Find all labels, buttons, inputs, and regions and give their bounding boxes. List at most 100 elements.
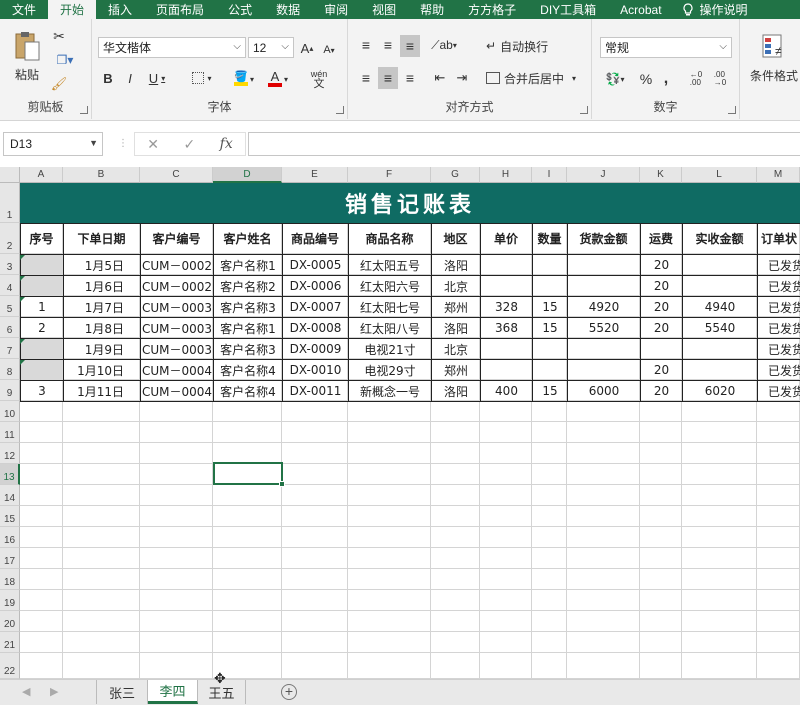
row-header-21[interactable]: 21 [0, 632, 20, 653]
row-header-22[interactable]: 22 [0, 653, 20, 679]
data-cell[interactable]: 客户名称1 [214, 255, 282, 275]
data-cell[interactable]: CUM－0003 [141, 318, 213, 338]
column-header-a[interactable]: A [20, 167, 63, 183]
data-cell[interactable]: 洛阳 [432, 318, 480, 338]
selected-cell-outline[interactable] [213, 462, 283, 485]
data-cell[interactable] [21, 276, 63, 296]
data-cell[interactable]: 郑州 [432, 360, 480, 380]
data-cell[interactable]: 20 [641, 318, 682, 338]
data-cell[interactable] [533, 255, 567, 275]
data-cell[interactable]: 已发货 [758, 318, 800, 338]
header-cell[interactable]: 下单日期 [63, 223, 140, 254]
data-cell[interactable] [533, 339, 567, 359]
enter-icon[interactable]: ✓ [183, 136, 195, 153]
italic-button[interactable]: I [122, 69, 138, 87]
data-cell[interactable] [568, 339, 640, 359]
data-cell[interactable]: 北京 [432, 276, 480, 296]
bold-button[interactable]: B [100, 69, 116, 87]
data-cell[interactable]: 已发货 [758, 255, 800, 275]
merge-center-button[interactable]: 合并后居中 ▾ [486, 67, 586, 89]
data-cell[interactable]: 客户名称3 [214, 339, 282, 359]
menu-tab-3[interactable]: 页面布局 [144, 0, 216, 19]
data-cell[interactable]: 红太阳六号 [349, 276, 431, 296]
cut-button[interactable]: ✂ [50, 27, 68, 45]
top-align-button[interactable]: ≡ [356, 35, 376, 55]
row-header-8[interactable]: 8 [0, 359, 20, 380]
data-cell[interactable]: CUM－0002 [141, 276, 213, 296]
row-header-12[interactable]: 12 [0, 443, 20, 464]
data-cell[interactable]: 328 [481, 297, 532, 317]
data-cell[interactable]: 368 [481, 318, 532, 338]
header-cell[interactable]: 客户姓名 [213, 223, 282, 254]
error-indicator-icon[interactable] [20, 276, 25, 281]
insert-function-icon[interactable]: fx [220, 136, 233, 152]
data-cell[interactable]: 1月5日 [64, 255, 140, 275]
sheet-title[interactable]: 销售记账表 [20, 183, 800, 223]
data-cell[interactable]: 20 [641, 297, 682, 317]
font-color-button[interactable]: A ▾ [264, 69, 292, 89]
data-cell[interactable] [683, 339, 757, 359]
next-sheet-icon[interactable]: ▶ [50, 685, 58, 698]
row-header-15[interactable]: 15 [0, 506, 20, 527]
bottom-align-button[interactable]: ≡ [400, 35, 420, 57]
data-cell[interactable]: 1 [21, 297, 63, 317]
data-cell[interactable] [481, 255, 532, 275]
borders-button[interactable]: ▾ [188, 69, 216, 87]
menu-tab-11[interactable]: Acrobat [608, 0, 673, 19]
data-cell[interactable] [683, 276, 757, 296]
data-cell[interactable]: 洛阳 [432, 381, 480, 401]
column-header-g[interactable]: G [431, 167, 480, 183]
data-cell[interactable]: 6020 [683, 381, 757, 401]
data-cell[interactable]: DX-0007 [283, 297, 348, 317]
data-cell[interactable]: DX-0005 [283, 255, 348, 275]
fill-handle[interactable] [279, 481, 285, 487]
data-cell[interactable]: 4940 [683, 297, 757, 317]
data-cell[interactable]: 客户名称4 [214, 360, 282, 380]
menu-tab-9[interactable]: 方方格子 [456, 0, 528, 19]
column-header-m[interactable]: M [757, 167, 800, 183]
row-header-19[interactable]: 19 [0, 590, 20, 611]
data-cell[interactable] [533, 276, 567, 296]
data-cell[interactable]: 已发货 [758, 297, 800, 317]
menu-tab-7[interactable]: 视图 [360, 0, 408, 19]
row-header-18[interactable]: 18 [0, 569, 20, 590]
data-cell[interactable] [641, 339, 682, 359]
data-cell[interactable]: 20 [641, 276, 682, 296]
grow-font-button[interactable]: A ▴ [298, 39, 316, 57]
header-cell[interactable]: 订单状 [757, 223, 800, 254]
data-cell[interactable]: 1月7日 [64, 297, 140, 317]
header-cell[interactable]: 数量 [532, 223, 567, 254]
data-cell[interactable]: 20 [641, 381, 682, 401]
data-cell[interactable]: 电视21寸 [349, 339, 431, 359]
row-header-20[interactable]: 20 [0, 611, 20, 632]
decrease-indent-button[interactable]: ⇤ [430, 67, 450, 89]
row-header-9[interactable]: 9 [0, 380, 20, 401]
column-header-d[interactable]: D [213, 167, 282, 183]
data-cell[interactable]: DX-0011 [283, 381, 348, 401]
number-launcher-icon[interactable] [728, 106, 736, 114]
header-cell[interactable]: 运费 [640, 223, 682, 254]
align-left-button[interactable]: ≡ [356, 67, 376, 89]
data-cell[interactable] [568, 360, 640, 380]
header-cell[interactable]: 地区 [431, 223, 480, 254]
row-header-6[interactable]: 6 [0, 317, 20, 338]
data-cell[interactable]: 红太阳七号 [349, 297, 431, 317]
data-cell[interactable]: 400 [481, 381, 532, 401]
data-cell[interactable] [683, 360, 757, 380]
error-indicator-icon[interactable] [20, 255, 25, 260]
data-cell[interactable]: 洛阳 [432, 255, 480, 275]
data-cell[interactable] [568, 276, 640, 296]
drag-handle-icon[interactable]: ⋮ [118, 138, 128, 149]
data-cell[interactable]: 2 [21, 318, 63, 338]
row-header-11[interactable]: 11 [0, 422, 20, 443]
column-header-h[interactable]: H [480, 167, 532, 183]
row-header-4[interactable]: 4 [0, 275, 20, 296]
header-cell[interactable]: 序号 [20, 223, 63, 254]
row-header-13[interactable]: 13 [0, 464, 20, 485]
data-cell[interactable]: 红太阳五号 [349, 255, 431, 275]
column-header-f[interactable]: F [348, 167, 431, 183]
row-header-16[interactable]: 16 [0, 527, 20, 548]
font-size-combo[interactable]: 12 ⌵ [248, 37, 294, 58]
menu-tab-1[interactable]: 开始 [48, 0, 97, 19]
data-cell[interactable]: 1月10日 [64, 360, 140, 380]
